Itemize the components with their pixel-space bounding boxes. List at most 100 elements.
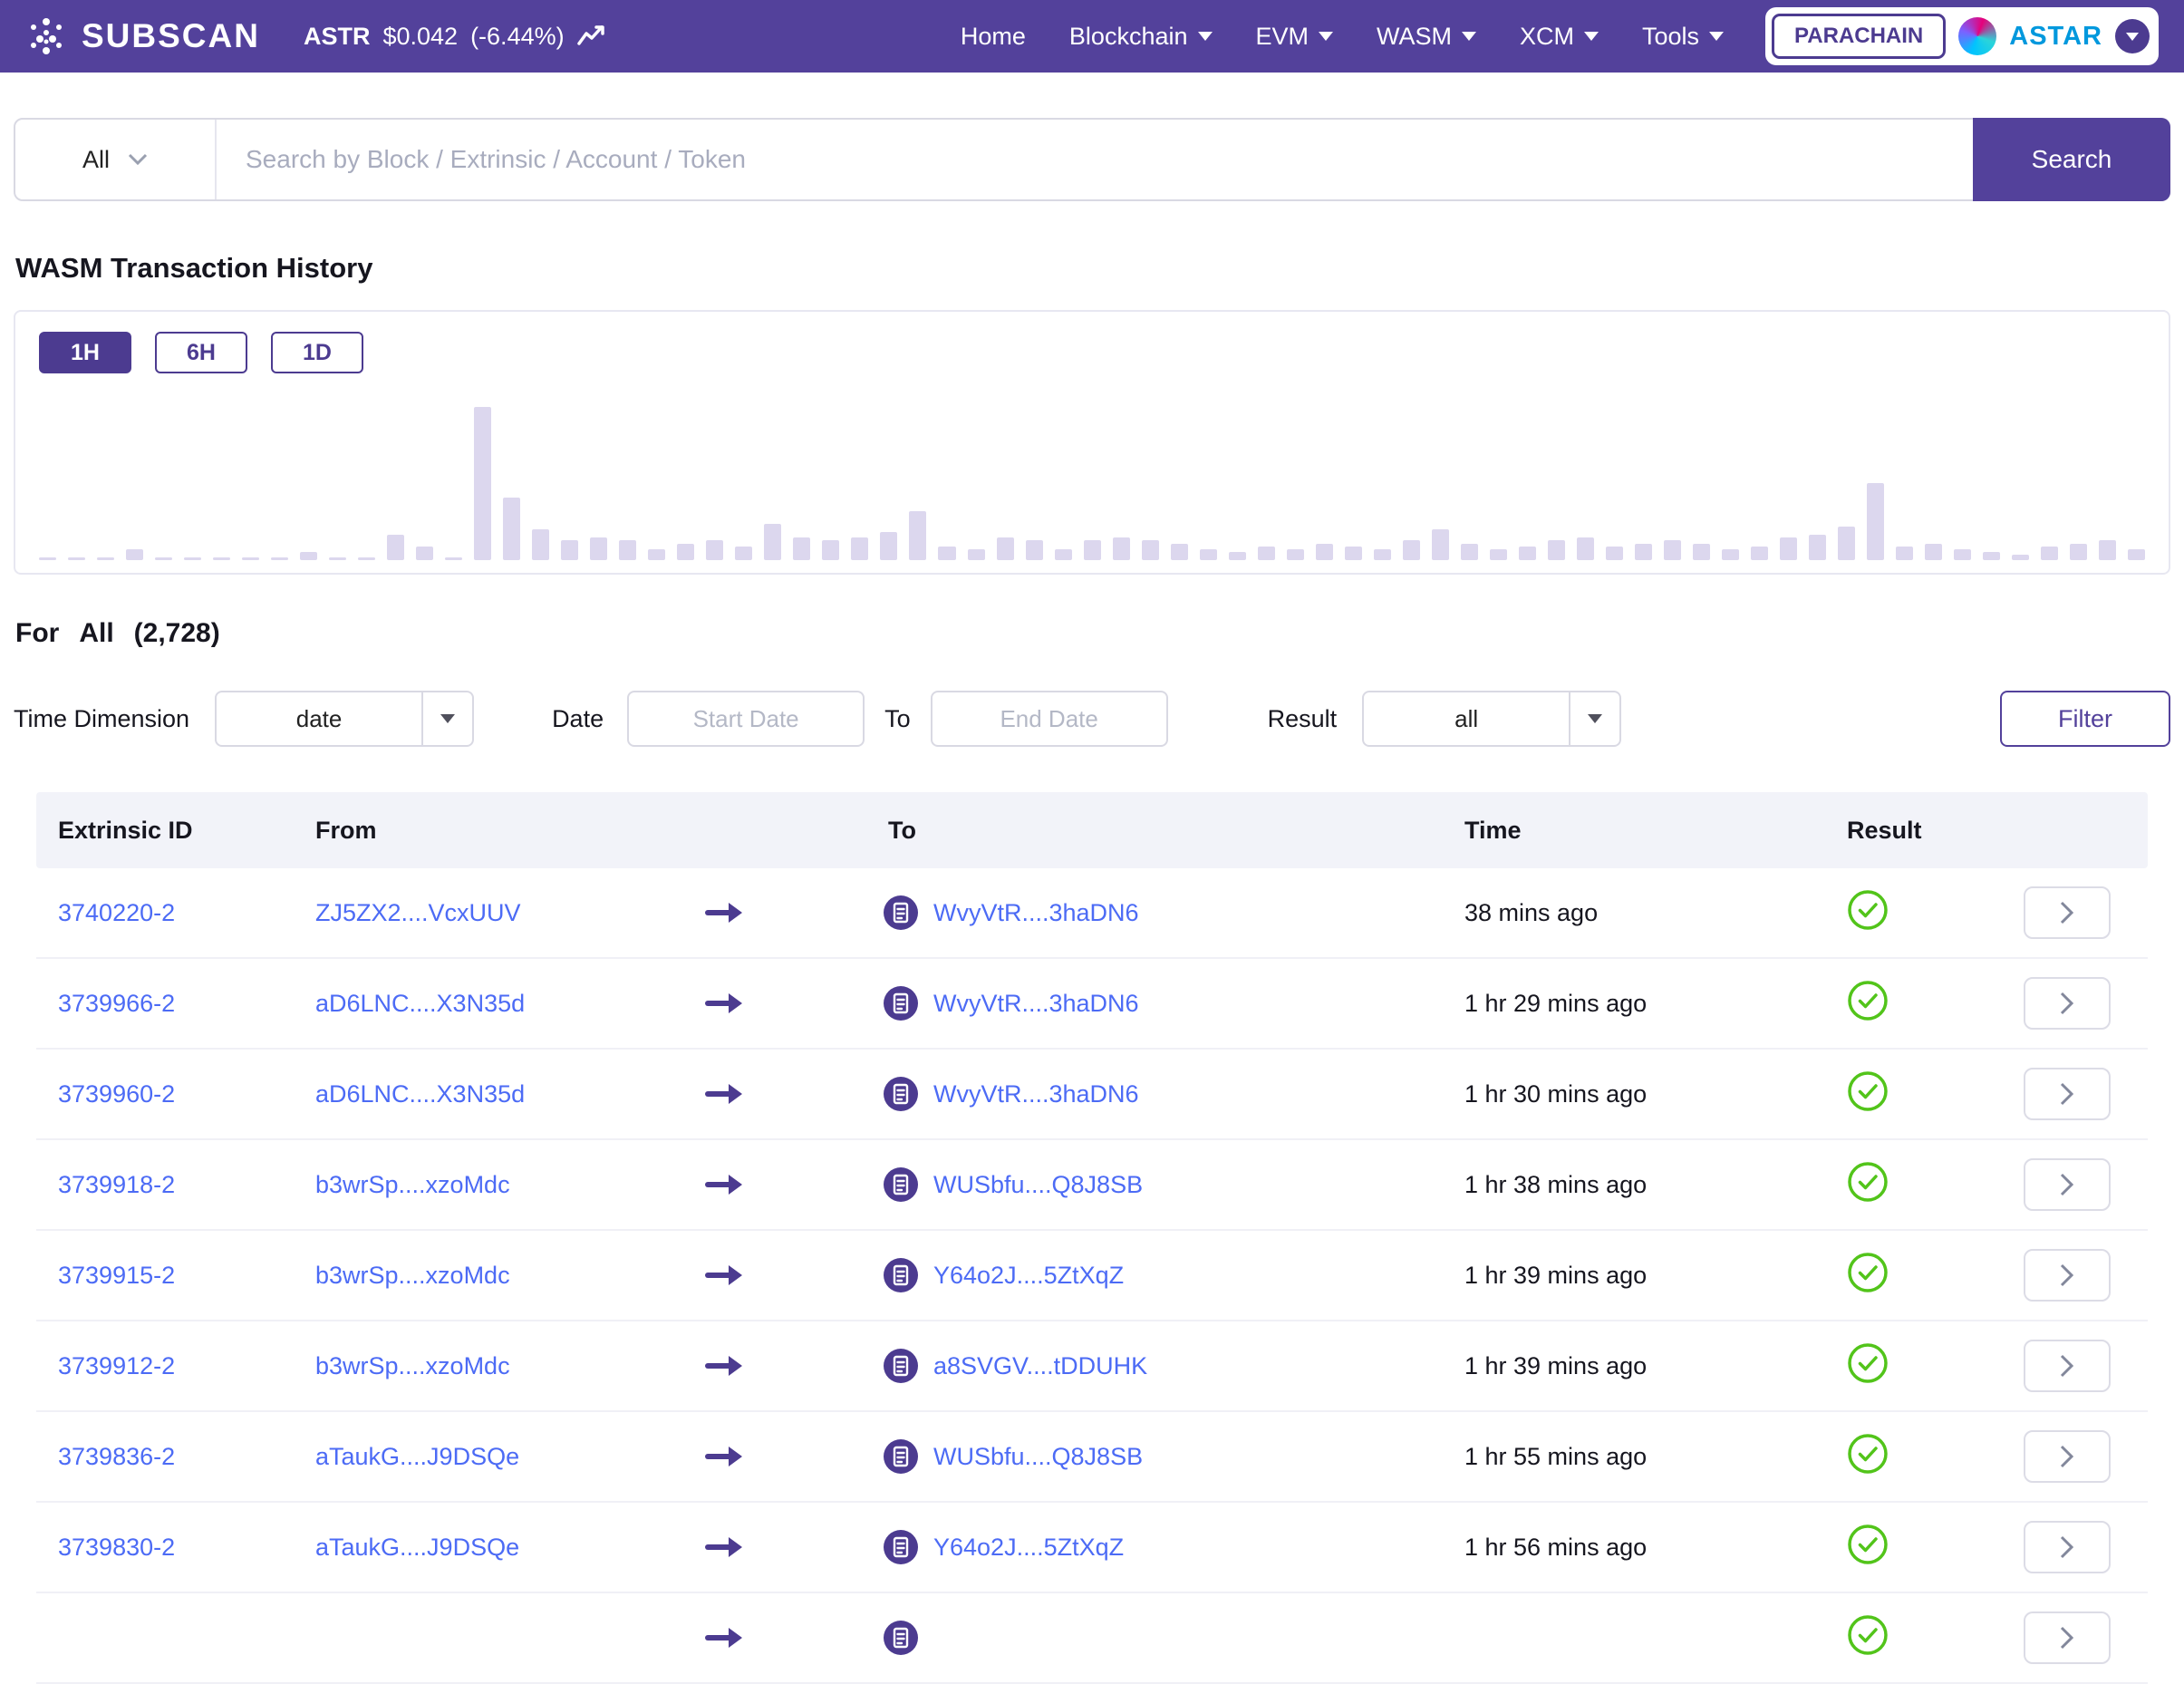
chart-bar bbox=[619, 540, 636, 560]
chevron-down-circle-icon[interactable] bbox=[2115, 19, 2150, 53]
row-expand-button[interactable] bbox=[2024, 977, 2111, 1030]
contract-icon bbox=[883, 1166, 919, 1203]
transaction-bar-chart bbox=[39, 388, 2145, 560]
success-check-icon bbox=[1847, 1614, 1889, 1662]
to-address-link[interactable]: WUSbfu....Q8J8SB bbox=[933, 1443, 1143, 1471]
chevron-down-icon bbox=[128, 153, 148, 166]
search-scope-select[interactable]: All bbox=[15, 120, 217, 199]
extrinsic-id-link[interactable]: 3739918-2 bbox=[58, 1171, 175, 1198]
end-date-input[interactable] bbox=[931, 691, 1168, 747]
range-6h-button[interactable]: 6H bbox=[155, 332, 247, 373]
success-check-icon bbox=[1847, 1524, 1889, 1572]
from-address-link[interactable]: b3wrSp....xzoMdc bbox=[315, 1352, 510, 1379]
nav-item-label: WASM bbox=[1377, 23, 1452, 51]
row-expand-button[interactable] bbox=[2024, 1340, 2111, 1392]
parachain-button[interactable]: PARACHAIN bbox=[1772, 14, 1946, 59]
chart-bar bbox=[1780, 537, 1797, 560]
contract-icon bbox=[883, 1076, 919, 1112]
search-button[interactable]: Search bbox=[1973, 118, 2170, 201]
time-dimension-select[interactable]: date bbox=[215, 691, 474, 747]
success-check-icon bbox=[1847, 1161, 1889, 1209]
chart-bar bbox=[706, 540, 723, 560]
to-address-link[interactable]: WvyVtR....3haDN6 bbox=[933, 899, 1139, 927]
astar-logo bbox=[1958, 17, 1996, 55]
contract-icon bbox=[883, 1438, 919, 1475]
network-selector: PARACHAIN ASTAR bbox=[1765, 7, 2159, 65]
row-expand-button[interactable] bbox=[2024, 1249, 2111, 1302]
to-address-link[interactable]: Y64o2J....5ZtXqZ bbox=[933, 1534, 1124, 1562]
from-address-link[interactable]: aTaukG....J9DSQe bbox=[315, 1443, 519, 1470]
chart-bar bbox=[271, 557, 288, 560]
nav-item[interactable]: Blockchain bbox=[1069, 23, 1213, 51]
success-check-icon bbox=[1847, 1252, 1889, 1300]
chart-bar bbox=[97, 557, 114, 560]
subscan-logo[interactable]: SUBSCAN bbox=[25, 15, 260, 57]
nav-item-label: Home bbox=[961, 23, 1026, 51]
chevron-right-icon bbox=[2059, 1534, 2075, 1561]
extrinsic-id-link[interactable]: 3739915-2 bbox=[58, 1262, 175, 1289]
row-expand-button[interactable] bbox=[2024, 1611, 2111, 1664]
chart-bar bbox=[184, 557, 201, 560]
table-row: 3740220-2 ZJ5ZX2....VcxUUV WvyVtR....3ha… bbox=[36, 868, 2148, 959]
contract-icon bbox=[883, 985, 919, 1021]
row-expand-button[interactable] bbox=[2024, 1158, 2111, 1211]
extrinsic-id-link[interactable]: 3739960-2 bbox=[58, 1080, 175, 1108]
result-select[interactable]: all bbox=[1362, 691, 1621, 747]
chart-bar bbox=[68, 557, 85, 560]
from-address-link[interactable]: aD6LNC....X3N35d bbox=[315, 990, 525, 1017]
to-address-link[interactable]: WvyVtR....3haDN6 bbox=[933, 1080, 1139, 1108]
col-from: From bbox=[308, 817, 671, 845]
row-expand-button[interactable] bbox=[2024, 1430, 2111, 1483]
success-check-icon bbox=[1847, 980, 1889, 1028]
chart-bar bbox=[213, 557, 230, 560]
row-expand-button[interactable] bbox=[2024, 1521, 2111, 1573]
chart-bar bbox=[1838, 527, 1855, 560]
contract-icon bbox=[883, 1257, 919, 1293]
to-address-link[interactable]: WvyVtR....3haDN6 bbox=[933, 990, 1139, 1018]
row-expand-button[interactable] bbox=[2024, 886, 2111, 939]
chart-bar bbox=[1113, 537, 1130, 560]
contract-icon bbox=[883, 1620, 919, 1656]
caret-down-icon bbox=[1584, 32, 1599, 41]
extrinsic-id-link[interactable]: 3739830-2 bbox=[58, 1534, 175, 1561]
extrinsic-id-link[interactable]: 3739966-2 bbox=[58, 990, 175, 1017]
time-value: 1 hr 55 mins ago bbox=[1414, 1443, 1794, 1471]
time-value: 1 hr 38 mins ago bbox=[1414, 1171, 1794, 1199]
chart-bar bbox=[39, 557, 56, 560]
chart-bar bbox=[2128, 549, 2145, 560]
to-address-link[interactable]: WUSbfu....Q8J8SB bbox=[933, 1171, 1143, 1199]
token-symbol: ASTR bbox=[304, 23, 371, 51]
extrinsic-id-link[interactable]: 3739912-2 bbox=[58, 1352, 175, 1379]
nav-item[interactable]: Tools bbox=[1642, 23, 1724, 51]
from-address-link[interactable]: ZJ5ZX2....VcxUUV bbox=[315, 899, 521, 926]
nav-item[interactable]: WASM bbox=[1377, 23, 1476, 51]
arrow-right-icon bbox=[705, 1443, 745, 1470]
from-address-link[interactable]: b3wrSp....xzoMdc bbox=[315, 1262, 510, 1289]
caret-down-icon bbox=[1319, 32, 1333, 41]
success-check-icon bbox=[1847, 1342, 1889, 1390]
from-address-link[interactable]: b3wrSp....xzoMdc bbox=[315, 1171, 510, 1198]
row-expand-button[interactable] bbox=[2024, 1068, 2111, 1120]
chart-bar bbox=[1490, 549, 1507, 560]
success-check-icon bbox=[1847, 1433, 1889, 1481]
extrinsic-id-link[interactable]: 3739836-2 bbox=[58, 1443, 175, 1470]
chart-bar bbox=[1867, 483, 1884, 560]
from-address-link[interactable]: aD6LNC....X3N35d bbox=[315, 1080, 525, 1108]
nav-item[interactable]: XCM bbox=[1520, 23, 1599, 51]
search-input[interactable] bbox=[217, 120, 1973, 199]
table-row: 3739830-2 aTaukG....J9DSQe Y64o2J....5Zt… bbox=[36, 1503, 2148, 1593]
to-address-link[interactable]: a8SVGV....tDDUHK bbox=[933, 1352, 1147, 1380]
range-1d-button[interactable]: 1D bbox=[271, 332, 363, 373]
nav-item[interactable]: Home bbox=[961, 23, 1026, 51]
extrinsic-id-link[interactable]: 3740220-2 bbox=[58, 899, 175, 926]
to-address-link[interactable]: Y64o2J....5ZtXqZ bbox=[933, 1262, 1124, 1290]
success-check-icon bbox=[1847, 1070, 1889, 1118]
time-value: 38 mins ago bbox=[1414, 899, 1794, 927]
from-address-link[interactable]: aTaukG....J9DSQe bbox=[315, 1534, 519, 1561]
nav-item[interactable]: EVM bbox=[1256, 23, 1334, 51]
filter-button[interactable]: Filter bbox=[2000, 691, 2170, 747]
arrow-right-icon bbox=[705, 1352, 745, 1379]
start-date-input[interactable] bbox=[627, 691, 865, 747]
range-1h-button[interactable]: 1H bbox=[39, 332, 131, 373]
chart-bar bbox=[416, 547, 433, 560]
